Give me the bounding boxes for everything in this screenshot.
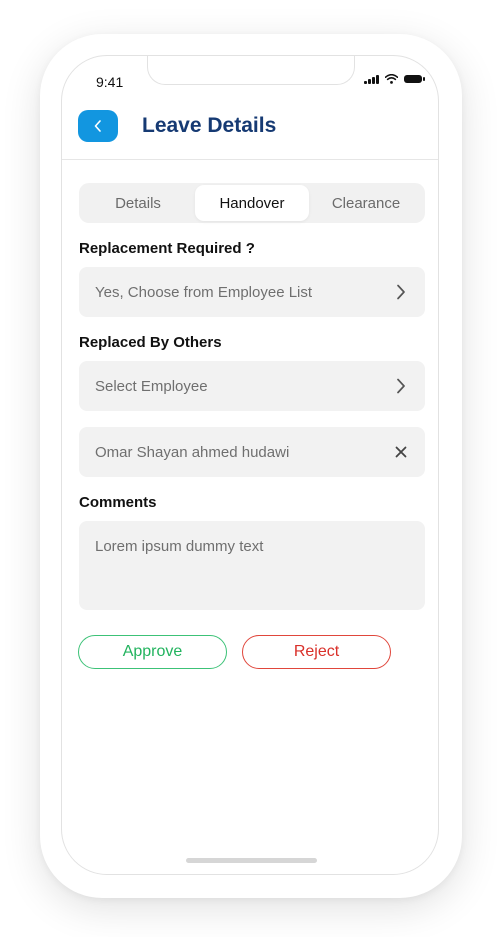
home-indicator [186, 858, 317, 863]
header-divider [62, 159, 438, 160]
page-title: Leave Details [142, 114, 277, 137]
chevron-right-icon [393, 378, 409, 394]
back-button[interactable] [78, 110, 118, 142]
phone-screen: 9:41 Leave Details Details Handover Clea… [61, 55, 439, 875]
wifi-icon [385, 74, 398, 84]
replaced-by-others-label: Replaced By Others [79, 334, 222, 351]
notch [147, 56, 355, 85]
select-employee-field[interactable]: Select Employee [79, 361, 425, 411]
replacement-required-value: Yes, Choose from Employee List [95, 283, 313, 301]
tab-handover[interactable]: Handover [195, 185, 309, 221]
comments-label: Comments [79, 494, 157, 511]
tab-clearance[interactable]: Clearance [309, 185, 423, 221]
tab-bar: Details Handover Clearance [79, 183, 425, 223]
close-icon[interactable] [393, 444, 409, 460]
selected-employee-name: Omar Shayan ahmed hudawi [95, 443, 290, 461]
replacement-required-label: Replacement Required ? [79, 240, 255, 257]
battery-icon [404, 75, 425, 83]
status-icons [364, 74, 425, 84]
replacement-required-select[interactable]: Yes, Choose from Employee List [79, 267, 425, 317]
tab-details[interactable]: Details [81, 185, 195, 221]
cellular-signal-icon [364, 74, 379, 84]
status-time: 9:41 [96, 74, 124, 90]
comments-textarea[interactable]: Lorem ipsum dummy text [79, 521, 425, 610]
reject-button[interactable]: Reject [242, 635, 391, 669]
select-employee-placeholder: Select Employee [95, 377, 208, 395]
chevron-left-icon [94, 120, 101, 132]
approve-button[interactable]: Approve [78, 635, 227, 669]
selected-employee-chip: Omar Shayan ahmed hudawi [79, 427, 425, 477]
chevron-right-icon [393, 284, 409, 300]
